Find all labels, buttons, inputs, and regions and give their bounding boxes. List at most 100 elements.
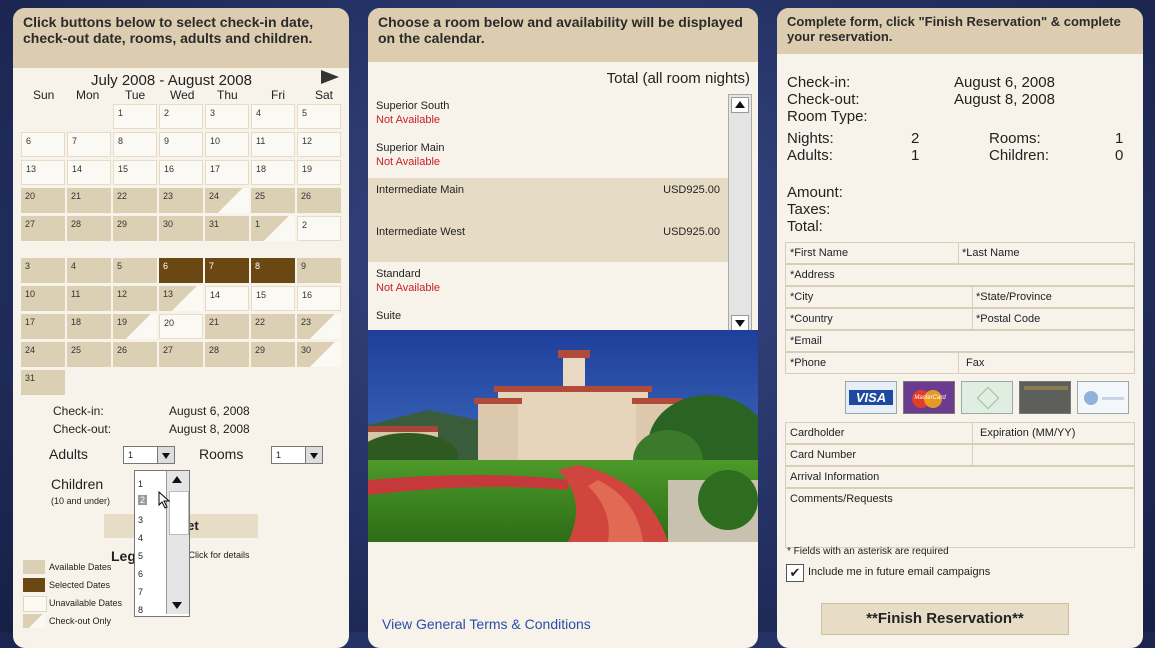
dropdown-option[interactable]: 1 (138, 479, 143, 489)
email-field[interactable]: *Email (790, 335, 822, 347)
visa-card-icon[interactable]: VISA (845, 381, 897, 414)
country-row[interactable]: *Country *Postal Code (785, 308, 1135, 330)
calendar-day[interactable]: 9 (159, 132, 203, 157)
calendar-day[interactable]: 31 (205, 216, 249, 241)
calendar-day[interactable]: 26 (113, 342, 157, 367)
state-field[interactable]: *State/Province (976, 291, 1052, 303)
discover-card-icon[interactable] (961, 381, 1013, 414)
city-row[interactable]: *City *State/Province (785, 286, 1135, 308)
calendar-day[interactable]: 15 (251, 286, 295, 311)
calendar-day[interactable]: 3 (205, 104, 249, 129)
calendar-day[interactable]: 13 (159, 286, 203, 311)
calendar-day[interactable]: 1 (251, 216, 295, 241)
calendar-day[interactable]: 20 (21, 188, 65, 213)
room-option[interactable]: Superior Main Not Available (368, 136, 728, 178)
calendar-day[interactable]: 19 (297, 160, 341, 185)
calendar-day[interactable]: 17 (205, 160, 249, 185)
calendar-day[interactable]: 14 (205, 286, 249, 311)
calendar-day[interactable]: 11 (251, 132, 295, 157)
adults-select[interactable]: 1 (123, 446, 175, 464)
address-field[interactable]: *Address (790, 269, 835, 281)
calendar-day[interactable]: 16 (159, 160, 203, 185)
rooms-select[interactable]: 1 (271, 446, 323, 464)
comments-field[interactable]: Comments/Requests (790, 493, 893, 505)
phone-field[interactable]: *Phone (790, 357, 826, 369)
first-name-field[interactable]: *First Name (790, 247, 848, 259)
calendar-day[interactable]: 6 (21, 132, 65, 157)
calendar-day[interactable]: 10 (205, 132, 249, 157)
comments-row[interactable]: Comments/Requests (785, 488, 1135, 548)
calendar-day[interactable]: 22 (251, 314, 295, 339)
calendar-day[interactable]: 2 (297, 216, 341, 241)
dropdown-option[interactable]: 4 (138, 533, 143, 543)
email-row[interactable]: *Email (785, 330, 1135, 352)
calendar-day[interactable]: 23 (159, 188, 203, 213)
phone-row[interactable]: *Phone Fax (785, 352, 1135, 374)
cardholder-row[interactable]: Cardholder Expiration (MM/YY) (785, 422, 1135, 444)
calendar-day[interactable]: 7 (205, 258, 249, 283)
calendar-day[interactable]: 12 (113, 286, 157, 311)
city-field[interactable]: *City (790, 291, 813, 303)
calendar-day[interactable]: 8 (251, 258, 295, 283)
calendar-day[interactable]: 10 (21, 286, 65, 311)
calendar-day[interactable]: 13 (21, 160, 65, 185)
calendar-day[interactable]: 9 (297, 258, 341, 283)
calendar-day[interactable]: 31 (21, 370, 65, 395)
diners-card-icon[interactable] (1077, 381, 1129, 414)
calendar-day[interactable]: 22 (113, 188, 157, 213)
calendar-day[interactable]: 1 (113, 104, 157, 129)
cardholder-field[interactable]: Cardholder (790, 427, 844, 439)
calendar-day[interactable]: 27 (159, 342, 203, 367)
amex-card-icon[interactable] (1019, 381, 1071, 414)
room-option[interactable]: Intermediate West USD925.00 (368, 220, 728, 262)
address-row[interactable]: *Address (785, 264, 1135, 286)
calendar-day[interactable]: 28 (67, 216, 111, 241)
finish-reservation-button[interactable]: **Finish Reservation** (821, 603, 1069, 635)
calendar-day[interactable]: 5 (297, 104, 341, 129)
calendar-day[interactable]: 30 (159, 216, 203, 241)
calendar-day[interactable]: 27 (21, 216, 65, 241)
calendar-day[interactable]: 6 (159, 258, 203, 283)
calendar-day[interactable]: 24 (21, 342, 65, 367)
arrival-row[interactable]: Arrival Information (785, 466, 1135, 488)
dropdown-option[interactable]: 7 (138, 587, 143, 597)
fax-field[interactable]: Fax (966, 357, 984, 369)
scroll-down-icon[interactable] (169, 598, 185, 612)
calendar-day[interactable]: 5 (113, 258, 157, 283)
calendar-day[interactable]: 4 (67, 258, 111, 283)
calendar-day[interactable]: 20 (159, 314, 203, 339)
email-opt-in-checkbox[interactable]: ✔ (786, 564, 804, 582)
calendar-day[interactable]: 16 (297, 286, 341, 311)
postal-field[interactable]: *Postal Code (976, 313, 1040, 325)
scroll-thumb[interactable] (169, 491, 189, 535)
card-number-row[interactable]: Card Number (785, 444, 1135, 466)
calendar-day[interactable]: 29 (251, 342, 295, 367)
terms-link[interactable]: View General Terms & Conditions (382, 616, 591, 632)
room-list[interactable]: Superior South Not Available Superior Ma… (368, 94, 728, 334)
calendar-day[interactable]: 25 (67, 342, 111, 367)
name-row[interactable]: *First Name *Last Name (785, 242, 1135, 264)
calendar-day[interactable]: 17 (21, 314, 65, 339)
scroll-down-icon[interactable] (731, 315, 749, 331)
calendar-day[interactable]: 23 (297, 314, 341, 339)
calendar-day[interactable]: 29 (113, 216, 157, 241)
calendar-day[interactable]: 3 (21, 258, 65, 283)
country-field[interactable]: *Country (790, 313, 833, 325)
calendar-day[interactable]: 18 (67, 314, 111, 339)
calendar-day[interactable]: 18 (251, 160, 295, 185)
scroll-up-icon[interactable] (731, 97, 749, 113)
calendar-day[interactable]: 2 (159, 104, 203, 129)
dropdown-option[interactable]: 3 (138, 515, 143, 525)
calendar-day[interactable]: 14 (67, 160, 111, 185)
dropdown-option[interactable]: 6 (138, 569, 143, 579)
calendar-day[interactable]: 21 (67, 188, 111, 213)
chevron-down-icon[interactable] (305, 447, 322, 463)
calendar-day[interactable]: 4 (251, 104, 295, 129)
scroll-up-icon[interactable] (169, 473, 185, 487)
dropdown-option[interactable]: 2 (138, 495, 148, 505)
room-option[interactable]: Standard Not Available (368, 262, 728, 304)
last-name-field[interactable]: *Last Name (962, 247, 1019, 259)
chevron-down-icon[interactable] (157, 447, 174, 463)
calendar-day[interactable]: 30 (297, 342, 341, 367)
calendar-day[interactable]: 26 (297, 188, 341, 213)
